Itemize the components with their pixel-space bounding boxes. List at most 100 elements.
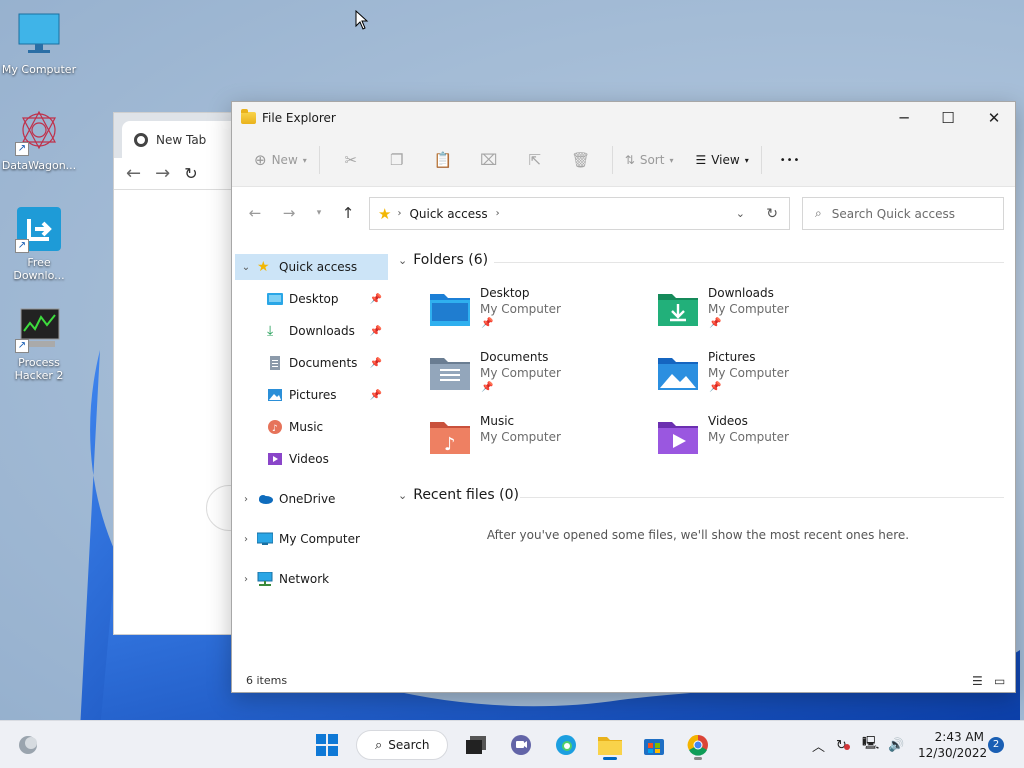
task-view-button[interactable]	[458, 729, 494, 761]
sort-label: Sort	[639, 153, 665, 167]
sidebar-item-pictures[interactable]: Pictures 📌	[235, 382, 388, 408]
sync-status-icon[interactable]: ↻	[836, 721, 850, 768]
sidebar-item-documents[interactable]: Documents 📌	[235, 350, 388, 376]
sidebar-item-music[interactable]: ♪ Music	[235, 414, 388, 440]
delete-button[interactable]: 🗑	[558, 144, 604, 176]
refresh-icon[interactable]: ↻	[766, 206, 778, 222]
details-view-icon[interactable]: ☰	[972, 674, 988, 688]
chrome-taskbar-button[interactable]	[680, 729, 716, 761]
shortcut-arrow-icon: ↗	[15, 142, 29, 156]
sidebar-item-label: OneDrive	[279, 492, 336, 506]
title-bar[interactable]: File Explorer ─ ☐ ✕	[232, 102, 1015, 134]
file-explorer-window[interactable]: File Explorer ─ ☐ ✕ ⊕ New ▾ ✂ ❐ 📋 ⌧ ⇱ 🗑 …	[231, 101, 1016, 693]
document-icon	[270, 356, 280, 370]
toolbar-divider	[760, 146, 762, 174]
chevron-right-icon[interactable]: ›	[235, 574, 257, 585]
recent-locations-button[interactable]: ▾	[304, 198, 334, 228]
rename-icon: ⌧	[480, 151, 498, 169]
copy-button[interactable]: ❐	[374, 144, 420, 176]
notification-count-badge[interactable]: 2	[988, 737, 1004, 753]
sidebar-item-my-computer[interactable]: › My Computer	[235, 526, 388, 552]
desktop-icon-process-hacker[interactable]: ↗ Process Hacker 2	[0, 305, 78, 382]
close-button[interactable]: ✕	[971, 102, 1017, 134]
new-button[interactable]: ⊕ New ▾	[250, 144, 311, 176]
volume-tray-icon[interactable]: 🔊	[888, 721, 904, 768]
chrome-window[interactable]: New Tab ← → ↻	[113, 112, 256, 635]
recent-files-section-header[interactable]: ⌄ Recent files (0)	[398, 487, 519, 503]
folders-section-header[interactable]: ⌄ Folders (6)	[398, 252, 488, 268]
share-button[interactable]: ⇱	[512, 144, 558, 176]
folder-location: My Computer	[480, 366, 561, 380]
sidebar-item-onedrive[interactable]: › OneDrive	[235, 486, 388, 512]
chevron-up-icon: ︿	[812, 739, 826, 755]
desktop-icon-my-computer[interactable]: My Computer	[0, 12, 78, 76]
network-tray-icon[interactable]: 🖳	[862, 721, 879, 768]
folder-tile-videos[interactable]: Videos My Computer	[626, 412, 846, 468]
pin-icon: 📌	[481, 382, 494, 393]
show-hidden-icons-button[interactable]: ︿	[812, 721, 825, 768]
sidebar-item-label: My Computer	[279, 532, 360, 546]
maximize-button[interactable]: ☐	[925, 102, 971, 134]
more-options-button[interactable]: •••	[776, 144, 805, 176]
store-button[interactable]	[636, 729, 672, 761]
start-button[interactable]	[309, 729, 345, 761]
widgets-button[interactable]	[10, 729, 46, 761]
folder-tile-downloads[interactable]: Downloads My Computer 📌	[626, 284, 846, 340]
speaker-icon: 🔊	[888, 737, 905, 753]
chat-button[interactable]	[503, 729, 539, 761]
search-box[interactable]: ⌕ Search Quick access	[802, 197, 1004, 230]
folder-tile-documents[interactable]: Documents My Computer 📌	[398, 348, 618, 404]
address-history-chevron-icon[interactable]: ⌄	[736, 207, 745, 220]
sort-button[interactable]: ⇅ Sort ▾	[621, 144, 678, 176]
edge-button[interactable]	[548, 729, 584, 761]
store-icon	[644, 739, 664, 755]
back-arrow-icon[interactable]: ←	[126, 163, 141, 184]
chevron-down-icon[interactable]: ⌄	[235, 262, 257, 273]
toolbar-divider	[318, 146, 320, 174]
sidebar-item-videos[interactable]: Videos	[235, 446, 388, 472]
star-icon: ★	[378, 204, 392, 223]
taskbar-search-button[interactable]: ⌕ Search	[356, 730, 448, 760]
desktop-icon-free-download[interactable]: ↗ Free Downlo...	[0, 205, 78, 282]
forward-arrow-icon[interactable]: →	[155, 163, 170, 184]
breadcrumb-separator-icon: ›	[397, 208, 402, 219]
minimize-button[interactable]: ─	[881, 102, 927, 134]
sort-icon: ⇅	[624, 153, 635, 167]
cloud-icon	[259, 495, 273, 504]
forward-button[interactable]: →	[274, 198, 304, 228]
sidebar-item-label: Network	[279, 572, 330, 586]
reload-icon[interactable]: ↻	[184, 164, 197, 183]
folder-tile-music[interactable]: ♪ Music My Computer	[398, 412, 618, 468]
back-button[interactable]: ←	[240, 198, 270, 228]
desktop-icon-label: DataWagon...	[1, 159, 77, 172]
folder-tile-desktop[interactable]: Desktop My Computer 📌	[398, 284, 618, 340]
shortcut-arrow-icon: ↗	[15, 239, 29, 253]
file-explorer-taskbar-button[interactable]	[592, 729, 628, 761]
folder-name: Pictures	[708, 350, 756, 364]
cut-button[interactable]: ✂	[328, 144, 374, 176]
chevron-right-icon[interactable]: ›	[235, 534, 257, 545]
rename-button[interactable]: ⌧	[466, 144, 512, 176]
desktop-icon-datawagon[interactable]: ↗ DataWagon...	[0, 108, 78, 172]
sync-icon: ↻	[836, 738, 850, 753]
breadcrumb-quick-access[interactable]: Quick access	[409, 207, 487, 221]
desktop-icon-label: Process Hacker 2	[14, 356, 64, 382]
address-bar[interactable]: ★ › Quick access › ⌄ ↻	[369, 197, 790, 230]
ethernet-icon: 🖳	[862, 736, 880, 751]
folder-tile-pictures[interactable]: Pictures My Computer 📌	[626, 348, 846, 404]
clock[interactable]: 2:43 AM 12/30/2022	[918, 729, 987, 761]
paste-button[interactable]: 📋	[420, 144, 466, 176]
sidebar-item-desktop[interactable]: Desktop 📌	[235, 286, 388, 312]
pin-icon: 📌	[369, 293, 382, 305]
chevron-right-icon[interactable]: ›	[235, 494, 257, 505]
sidebar-item-downloads[interactable]: ⤓ Downloads 📌	[235, 318, 388, 344]
chrome-tab-bar: New Tab	[114, 113, 252, 158]
up-button[interactable]: ↑	[333, 198, 363, 228]
content-pane: ⌄ Folders (6) Desktop My Computer 📌 Down…	[398, 250, 1008, 670]
view-button[interactable]: ☰ View ▾	[691, 144, 752, 176]
folder-icon	[241, 109, 256, 124]
tiles-view-icon[interactable]: ▭	[994, 674, 1010, 688]
recent-header-label: Recent files (0)	[413, 487, 519, 503]
sidebar-item-quick-access[interactable]: ⌄ ★ Quick access	[235, 254, 388, 280]
sidebar-item-network[interactable]: › Network	[235, 566, 388, 592]
